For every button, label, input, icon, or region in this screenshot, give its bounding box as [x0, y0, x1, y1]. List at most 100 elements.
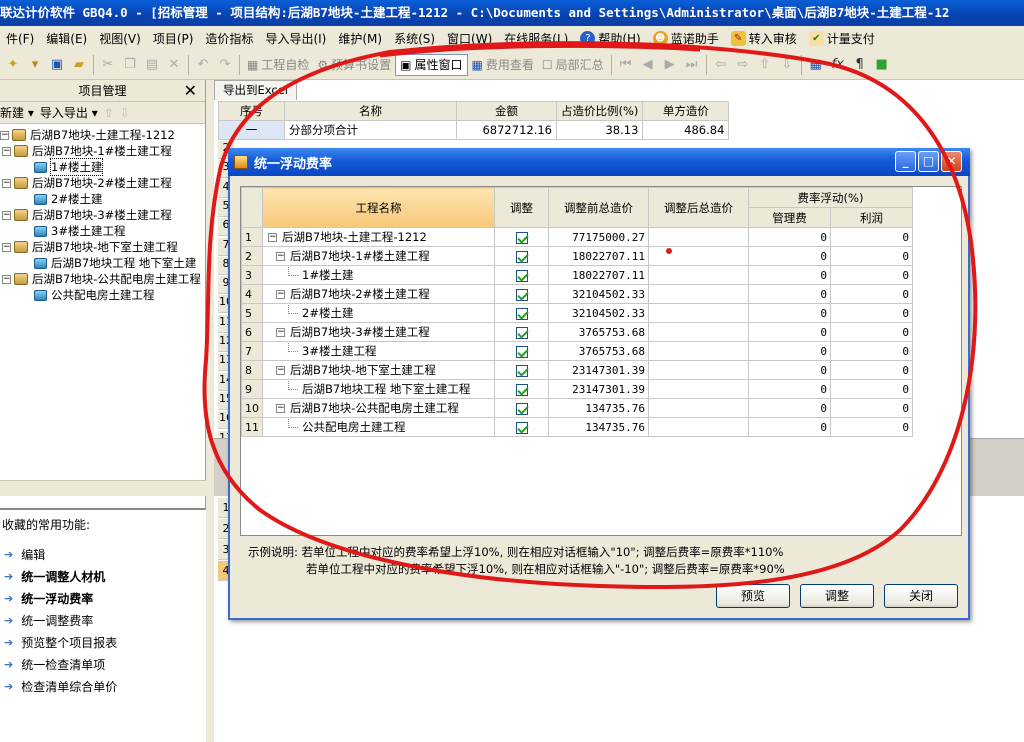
move-up-icon[interactable]: ⇧	[104, 106, 114, 120]
partial-sum-button[interactable]: ☐ 局部汇总	[538, 54, 608, 76]
profit-rate-input[interactable]: 0	[830, 341, 913, 361]
arrow-left-icon[interactable]: ⇦	[710, 54, 732, 76]
profit-rate-input[interactable]: 0	[830, 303, 913, 323]
table-row[interactable]: 8− 后湖B7地块-地下室土建工程 23147301.39 0 0	[241, 360, 913, 380]
table-row[interactable]: 10− 后湖B7地块-公共配电房土建工程 134735.76 0 0	[241, 398, 913, 418]
project-name-cell[interactable]: − 后湖B7地块-土建工程-1212	[262, 227, 495, 247]
fee-view-button[interactable]: ▦ 费用查看	[468, 54, 538, 76]
redo-icon[interactable]: ↷	[214, 54, 236, 76]
menu-system[interactable]: 系统(S)	[388, 27, 441, 49]
tree-node[interactable]: 公共配电房土建工程	[0, 287, 205, 303]
props-window-button[interactable]: ▣ 属性窗口	[395, 53, 468, 76]
profit-rate-input[interactable]: 0	[830, 322, 913, 342]
menu-help[interactable]: ? 帮助(H)	[574, 27, 646, 49]
arrow-down-icon[interactable]: ⇩	[776, 54, 798, 76]
adjust-checkbox[interactable]	[515, 402, 528, 415]
cube-icon[interactable]: ■	[871, 54, 893, 76]
adjust-checkbox[interactable]	[515, 231, 528, 244]
tree-node[interactable]: 后湖B7地块工程 地下室土建	[0, 255, 205, 271]
paste-icon[interactable]: ▤	[141, 54, 163, 76]
favorite-function[interactable]: ➔ 统一检查清单项	[0, 653, 206, 675]
profit-rate-input[interactable]: 0	[830, 246, 913, 266]
project-name-cell[interactable]: − 后湖B7地块-公共配电房土建工程	[262, 398, 495, 418]
mgmt-rate-input[interactable]: 0	[748, 246, 831, 266]
adjust-checkbox-cell[interactable]	[494, 246, 549, 266]
adjust-checkbox-cell[interactable]	[494, 322, 549, 342]
menu-window[interactable]: 窗口(W)	[441, 27, 498, 49]
tree-node[interactable]: 1#楼土建	[0, 158, 205, 176]
mgmt-rate-input[interactable]: 0	[748, 265, 831, 285]
horizontal-scrollbar[interactable]	[0, 480, 206, 496]
adjust-checkbox-cell[interactable]	[494, 379, 549, 399]
tree-node[interactable]: 2#楼土建	[0, 191, 205, 207]
preview-button[interactable]: 预览	[716, 584, 790, 608]
profit-rate-input[interactable]: 0	[830, 379, 913, 399]
tree-node[interactable]: − 后湖B7地块-地下室土建工程	[0, 239, 205, 255]
book-settings-button[interactable]: ⚙ 预算书设置	[313, 54, 395, 76]
profit-rate-input[interactable]: 0	[830, 284, 913, 304]
menu-file[interactable]: 件(F)	[0, 27, 40, 49]
adjust-checkbox-cell[interactable]	[494, 360, 549, 380]
project-name-cell[interactable]: − 后湖B7地块-地下室土建工程	[262, 360, 495, 380]
mgmt-rate-input[interactable]: 0	[748, 417, 831, 437]
collapse-icon[interactable]: −	[276, 289, 285, 299]
folder-icon[interactable]: ▰	[68, 54, 90, 76]
adjust-checkbox[interactable]	[515, 364, 528, 377]
next-icon[interactable]: ▶	[659, 54, 681, 76]
menu-payment[interactable]: ✔ 计量支付	[803, 27, 881, 49]
favorite-function[interactable]: ➔ 编辑	[0, 543, 206, 565]
collapse-icon[interactable]: −	[2, 146, 11, 156]
project-name-cell[interactable]: 1#楼土建	[262, 265, 495, 285]
collapse-icon[interactable]: −	[0, 130, 9, 140]
mgmt-rate-input[interactable]: 0	[748, 303, 831, 323]
arrow-right-icon[interactable]: ⇨	[732, 54, 754, 76]
mgmt-rate-input[interactable]: 0	[748, 284, 831, 304]
menu-maintain[interactable]: 维护(M)	[332, 27, 388, 49]
table-row[interactable]: 1− 后湖B7地块-土建工程-1212 77175000.27 0 0	[241, 227, 913, 247]
close-icon[interactable]: ✕	[184, 81, 197, 100]
project-name-cell[interactable]: − 后湖B7地块-1#楼土建工程	[262, 246, 495, 266]
adjust-checkbox-cell[interactable]	[494, 417, 549, 437]
adjust-checkbox-cell[interactable]	[494, 227, 549, 247]
menu-project[interactable]: 项目(P)	[147, 27, 200, 49]
undo-icon[interactable]: ↶	[192, 54, 214, 76]
mgmt-rate-input[interactable]: 0	[748, 398, 831, 418]
table-row[interactable]: 9 后湖B7地块工程 地下室土建工程 23147301.39 0 0	[241, 379, 913, 399]
tree-node[interactable]: − 后湖B7地块-3#楼土建工程	[0, 207, 205, 223]
prev-icon[interactable]: ◀	[637, 54, 659, 76]
adjust-checkbox-cell[interactable]	[494, 284, 549, 304]
adjust-checkbox[interactable]	[515, 307, 528, 320]
tree-node[interactable]: − 后湖B7地块-1#楼土建工程	[0, 143, 205, 159]
delete-icon[interactable]: ✕	[163, 54, 185, 76]
maximize-icon[interactable]: □	[918, 151, 939, 172]
menu-view[interactable]: 视图(V)	[93, 27, 147, 49]
collapse-icon[interactable]: −	[276, 365, 285, 375]
project-name-cell[interactable]: 后湖B7地块工程 地下室土建工程	[262, 379, 495, 399]
cut-icon[interactable]: ✂	[97, 54, 119, 76]
open-icon[interactable]: ▾	[24, 54, 46, 76]
favorite-function[interactable]: ➔ 检查清单综合单价	[0, 675, 206, 697]
adjust-checkbox-cell[interactable]	[494, 265, 549, 285]
collapse-icon[interactable]: −	[2, 274, 11, 284]
dialog-title-bar[interactable]: 统一浮动费率 _ □ ✕	[228, 148, 970, 176]
close-button[interactable]: 关闭	[884, 584, 958, 608]
menu-online[interactable]: 在线服务(L)	[498, 27, 574, 49]
table-row[interactable]: 7 3#楼土建工程 3765753.68 0 0	[241, 341, 913, 361]
tree-node[interactable]: − 后湖B7地块-土建工程-1212	[0, 127, 205, 143]
copy-icon[interactable]: ❐	[119, 54, 141, 76]
menu-to-audit[interactable]: ✎ 转入审核	[725, 27, 803, 49]
profit-rate-input[interactable]: 0	[830, 360, 913, 380]
collapse-icon[interactable]: −	[276, 327, 285, 337]
profit-rate-input[interactable]: 0	[830, 398, 913, 418]
table-row[interactable]: 4− 后湖B7地块-2#楼土建工程 32104502.33 0 0	[241, 284, 913, 304]
table-row[interactable]: 5 2#楼土建 32104502.33 0 0	[241, 303, 913, 323]
project-name-cell[interactable]: 公共配电房土建工程	[262, 417, 495, 437]
favorite-function[interactable]: ➔ 统一调整费率	[0, 609, 206, 631]
adjust-checkbox[interactable]	[515, 383, 528, 396]
table-row[interactable]: 2− 后湖B7地块-1#楼土建工程 18022707.11 0 0	[241, 246, 913, 266]
menu-assistant[interactable]: ☻ 蓝诺助手	[647, 27, 725, 49]
tree-node[interactable]: − 后湖B7地块-公共配电房土建工程	[0, 271, 205, 287]
self-check-button[interactable]: ▦ 工程自检	[243, 54, 313, 76]
mgmt-rate-input[interactable]: 0	[748, 360, 831, 380]
adjust-checkbox[interactable]	[515, 326, 528, 339]
